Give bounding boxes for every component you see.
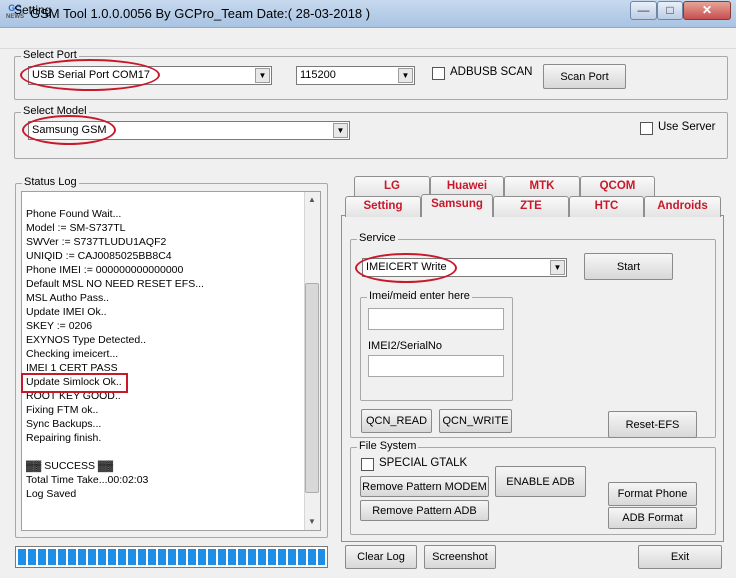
- qcn-read-button[interactable]: QCN_READ: [361, 409, 432, 433]
- qcn-write-button[interactable]: QCN_WRITE: [439, 409, 512, 433]
- scroll-down-icon[interactable]: ▼: [305, 515, 319, 529]
- log-line: SWVer := S737TLUDU1AQF2: [26, 236, 167, 248]
- use-server-label: Use Server: [658, 121, 716, 133]
- tab-htc[interactable]: HTC: [569, 196, 644, 217]
- imei2-label: IMEI2/SerialNo: [368, 340, 442, 352]
- adb-format-button[interactable]: ADB Format: [608, 507, 697, 529]
- imei-group-label: Imei/meid enter here: [367, 290, 472, 302]
- clear-log-button[interactable]: Clear Log: [345, 545, 417, 569]
- window-title: GSM Tool 1.0.0.0056 By GCPro_Team Date:(…: [30, 6, 371, 21]
- tab-qcom[interactable]: QCOM: [580, 176, 655, 197]
- log-line: Phone IMEI := 000000000000000: [26, 264, 184, 276]
- chevron-down-icon: ▼: [550, 260, 565, 275]
- reset-efs-button[interactable]: Reset-EFS: [608, 411, 697, 438]
- log-line: Fixing FTM ok..: [26, 404, 99, 416]
- exit-button[interactable]: Exit: [638, 545, 722, 569]
- highlight-service: [355, 253, 457, 283]
- log-line: Total Time Take...00:02:03: [26, 474, 149, 486]
- tab-zte[interactable]: ZTE: [493, 196, 569, 217]
- log-line: EXYNOS Type Detected..: [26, 334, 147, 346]
- menu-bar: [0, 28, 736, 49]
- remove-pattern-adb-button[interactable]: Remove Pattern ADB: [360, 500, 489, 521]
- log-line: Log Saved: [26, 488, 77, 500]
- imei2-input[interactable]: [368, 355, 504, 377]
- adbusb-scan-label: ADBUSB SCAN: [450, 66, 533, 78]
- start-button[interactable]: Start: [584, 253, 673, 280]
- format-phone-button[interactable]: Format Phone: [608, 482, 697, 506]
- log-line: Phone Found Wait...: [26, 208, 122, 220]
- tab-androids[interactable]: Androids: [644, 196, 721, 217]
- enable-adb-button[interactable]: ENABLE ADB: [495, 466, 586, 497]
- special-gtalk-checkbox[interactable]: [361, 458, 374, 471]
- highlight-model: [22, 115, 116, 145]
- progress-bar: [15, 546, 328, 568]
- highlight-port: [20, 59, 160, 91]
- close-button[interactable]: ✕: [683, 1, 731, 20]
- use-server-checkbox[interactable]: [640, 122, 653, 135]
- log-line: Sync Backups...: [26, 418, 102, 430]
- file-system-label: File System: [357, 440, 419, 452]
- log-line: SKEY := 0206: [26, 320, 93, 332]
- baud-select-value: 115200: [300, 69, 336, 81]
- imei-input[interactable]: [368, 308, 504, 330]
- scroll-up-icon[interactable]: ▲: [305, 193, 319, 207]
- baud-select[interactable]: 115200 ▼: [296, 66, 415, 85]
- highlight-simlock: [21, 373, 128, 393]
- chevron-down-icon: ▼: [255, 68, 270, 83]
- tab-samsung[interactable]: Samsung: [421, 194, 493, 217]
- tab-mtk[interactable]: MTK: [504, 176, 580, 197]
- status-log-label: Status Log: [22, 176, 79, 188]
- adbusb-scan-checkbox[interactable]: [432, 67, 445, 80]
- log-line: Model := SM-S737TL: [26, 222, 126, 234]
- log-line: Checking imeicert...: [26, 348, 119, 360]
- log-line: MSL Autho Pass..: [26, 292, 110, 304]
- chevron-down-icon: ▼: [398, 68, 413, 83]
- log-line: UNIQID := CAJ0085025BB8C4: [26, 250, 172, 262]
- scan-port-button[interactable]: Scan Port: [543, 64, 626, 89]
- special-gtalk-label: SPECIAL GTALK: [379, 457, 468, 469]
- log-line: Default MSL NO NEED RESET EFS...: [26, 278, 204, 290]
- tab-lg[interactable]: LG: [354, 176, 430, 197]
- log-line: Update IMEI Ok..: [26, 306, 107, 318]
- menu-setting[interactable]: Setting: [14, 3, 51, 17]
- progress-fill: [18, 549, 325, 565]
- maximize-button[interactable]: □: [657, 1, 683, 20]
- chevron-down-icon: ▼: [333, 123, 348, 138]
- tab-setting[interactable]: Setting: [345, 196, 421, 217]
- remove-pattern-modem-button[interactable]: Remove Pattern MODEM: [360, 476, 489, 497]
- service-label: Service: [357, 232, 398, 244]
- minimize-button[interactable]: —: [630, 1, 657, 20]
- log-scroll-thumb[interactable]: [305, 283, 319, 493]
- log-line: Repairing finish.: [26, 432, 102, 444]
- log-line: ▓▓ SUCCESS ▓▓: [26, 460, 114, 472]
- screenshot-button[interactable]: Screenshot: [424, 545, 496, 569]
